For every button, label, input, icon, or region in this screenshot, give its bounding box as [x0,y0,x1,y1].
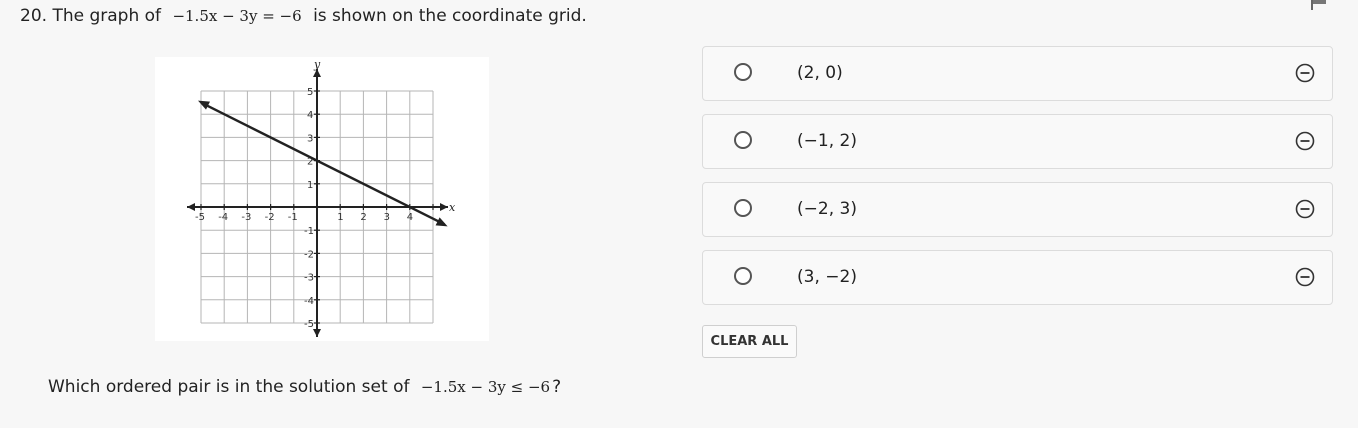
y-tick-label: -2 [304,249,314,260]
radio-button[interactable] [734,267,752,285]
question-header: 20. The graph of −1.5x − 3y = −6 is show… [20,5,587,27]
answer-option-c[interactable]: (−2, 3) [702,182,1333,237]
radio-button[interactable] [734,63,752,81]
x-axis-arrow-right [440,203,448,211]
prompt-question-mark: ? [552,377,562,397]
question-prompt: Which ordered pair is in the solution se… [48,376,561,398]
x-tick-label: 4 [407,212,413,223]
y-tick-label: -4 [304,296,314,307]
option-label: (−2, 3) [797,199,857,219]
answer-option-d[interactable]: (3, −2) [702,250,1333,305]
question-equation: −1.5x − 3y = −6 [172,7,302,25]
graphed-line-arrow-left [198,100,210,110]
x-tick-label: -2 [265,212,275,223]
y-axis-label: y [313,58,321,71]
minus-circle-icon[interactable] [1295,131,1315,151]
answer-option-a[interactable]: (2, 0) [702,46,1333,101]
x-axis-arrow-left [187,203,195,211]
answer-option-b[interactable]: (−1, 2) [702,114,1333,169]
minus-circle-icon[interactable] [1295,199,1315,219]
question-text-after: is shown on the coordinate grid. [313,6,587,26]
x-tick-label: 2 [360,212,366,223]
prompt-text: Which ordered pair is in the solution se… [48,377,410,397]
radio-button[interactable] [734,199,752,217]
option-label: (2, 0) [797,63,843,83]
flag-icon[interactable] [1310,0,1328,10]
y-tick-label: -1 [304,226,314,237]
y-tick-label: -3 [304,273,314,284]
clear-all-button[interactable]: CLEAR ALL [702,325,797,358]
y-tick-label: 5 [307,87,313,98]
y-tick-label: 3 [307,133,313,144]
minus-circle-icon[interactable] [1295,63,1315,83]
y-tick-label: 1 [307,180,313,191]
question-text-before: The graph of [52,6,162,26]
x-tick-label: -1 [288,212,298,223]
y-tick-label: -5 [304,319,314,330]
y-tick-label: 4 [307,110,313,121]
prompt-inequality: −1.5x − 3y ≤ −6 [420,378,551,396]
option-label: (3, −2) [797,267,857,287]
graphed-line-arrow-right [435,217,448,227]
minus-circle-icon[interactable] [1295,267,1315,287]
x-tick-label: -4 [218,212,228,223]
y-axis-arrow-down [313,329,321,337]
coordinate-graph: -5 -4 -3 -2 -1 1 2 3 4 5 4 3 2 1 -1 -2 -3 -4 -5 x y [155,57,489,341]
x-axis-label: x [449,201,456,214]
x-tick-label: 1 [337,212,343,223]
radio-button[interactable] [734,131,752,149]
x-tick-label: 3 [384,212,390,223]
x-tick-label: -3 [241,212,251,223]
option-label: (−1, 2) [797,131,857,151]
question-number: 20. [20,6,48,26]
x-tick-label: -5 [195,212,205,223]
coordinate-grid-svg: -5 -4 -3 -2 -1 1 2 3 454321-1-2-3-4-5xy [187,58,456,337]
